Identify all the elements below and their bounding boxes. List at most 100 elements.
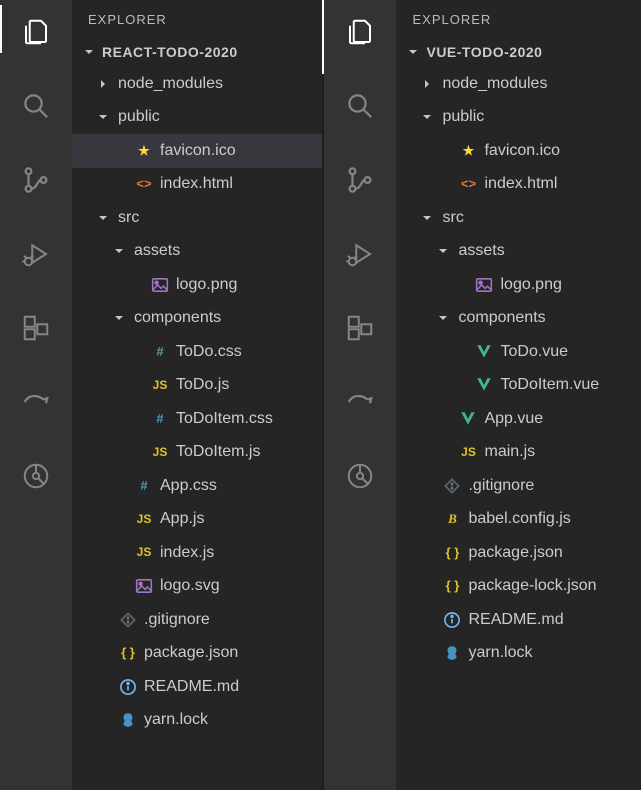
folder-label: node_modules bbox=[442, 73, 547, 95]
file-tree: node_modulespublic★favicon.ico<>index.ht… bbox=[72, 67, 322, 790]
file-row[interactable]: { }package.json bbox=[396, 536, 641, 570]
chevron-down-icon bbox=[110, 242, 128, 260]
file-row[interactable]: .gitignore bbox=[72, 603, 322, 637]
file-label: logo.svg bbox=[160, 575, 220, 597]
twisty-spacer bbox=[418, 644, 436, 662]
file-row[interactable]: logo.png bbox=[72, 268, 322, 302]
twisty-spacer bbox=[110, 510, 128, 528]
folder-row[interactable]: node_modules bbox=[72, 67, 322, 101]
folder-row[interactable]: src bbox=[72, 201, 322, 235]
file-row[interactable]: yarn.lock bbox=[396, 637, 641, 671]
twisty-spacer bbox=[418, 477, 436, 495]
folder-label: components bbox=[458, 307, 545, 329]
folder-row[interactable]: public bbox=[72, 101, 322, 135]
folder-row[interactable]: assets bbox=[396, 235, 641, 269]
file-row[interactable]: #ToDo.css bbox=[72, 335, 322, 369]
file-row[interactable]: ★favicon.ico bbox=[396, 134, 641, 168]
chevron-right-icon bbox=[94, 75, 112, 93]
file-row[interactable]: logo.svg bbox=[72, 570, 322, 604]
file-row[interactable]: Bbabel.config.js bbox=[396, 503, 641, 537]
folder-label: public bbox=[442, 106, 484, 128]
search-icon[interactable] bbox=[342, 88, 378, 124]
file-row[interactable]: JSindex.js bbox=[72, 536, 322, 570]
twisty-spacer bbox=[418, 510, 436, 528]
file-row[interactable]: <> index.html bbox=[396, 168, 641, 202]
file-label: package.json bbox=[144, 642, 238, 664]
project-header[interactable]: VUE-TODO-2020 bbox=[396, 37, 641, 67]
file-row[interactable]: JSToDo.js bbox=[72, 369, 322, 403]
twisty-spacer bbox=[94, 644, 112, 662]
html-icon: <> bbox=[458, 174, 478, 194]
twisty-spacer bbox=[94, 678, 112, 696]
file-row[interactable]: JSApp.js bbox=[72, 503, 322, 537]
share-icon[interactable] bbox=[18, 384, 54, 420]
project-name: REACT-TODO-2020 bbox=[102, 44, 238, 60]
folder-label: assets bbox=[458, 240, 504, 262]
js-icon: JS bbox=[150, 375, 170, 395]
folder-row[interactable]: public bbox=[396, 101, 641, 135]
js-icon: JS bbox=[134, 543, 154, 563]
files-icon[interactable] bbox=[342, 14, 378, 50]
extensions-icon[interactable] bbox=[18, 310, 54, 346]
file-row[interactable]: ★favicon.ico bbox=[72, 134, 322, 168]
twisty-spacer bbox=[418, 611, 436, 629]
project-name: VUE-TODO-2020 bbox=[426, 44, 542, 60]
run-debug-icon[interactable] bbox=[342, 236, 378, 272]
file-label: ToDo.vue bbox=[500, 341, 568, 363]
explorer-panel: EXPLORER VUE-TODO-2020 node_modulespubli… bbox=[396, 0, 641, 790]
file-row[interactable]: { }package.json bbox=[72, 637, 322, 671]
twisty-spacer bbox=[434, 142, 452, 160]
gitlens-icon[interactable] bbox=[342, 458, 378, 494]
twisty-spacer bbox=[126, 376, 144, 394]
file-row[interactable]: <>index.html bbox=[72, 168, 322, 202]
files-icon[interactable] bbox=[18, 14, 54, 50]
file-row[interactable]: { }package-lock.json bbox=[396, 570, 641, 604]
file-row[interactable]: README.md bbox=[396, 603, 641, 637]
hash-icon: # bbox=[150, 409, 170, 429]
file-row[interactable]: JSToDoItem.js bbox=[72, 436, 322, 470]
source-control-icon[interactable] bbox=[18, 162, 54, 198]
file-row[interactable]: yarn.lock bbox=[72, 704, 322, 738]
run-debug-icon[interactable] bbox=[18, 236, 54, 272]
twisty-spacer bbox=[94, 611, 112, 629]
yarn-icon bbox=[118, 710, 138, 730]
file-label: main.js bbox=[484, 441, 535, 463]
share-icon[interactable] bbox=[342, 384, 378, 420]
folder-row[interactable]: src bbox=[396, 201, 641, 235]
chevron-down-icon bbox=[434, 242, 452, 260]
hash-icon: # bbox=[150, 342, 170, 362]
file-label: index.html bbox=[484, 173, 557, 195]
right-panel: EXPLORER VUE-TODO-2020 node_modulespubli… bbox=[324, 0, 641, 790]
extensions-icon[interactable] bbox=[342, 310, 378, 346]
twisty-spacer bbox=[126, 276, 144, 294]
folder-row[interactable]: node_modules bbox=[396, 67, 641, 101]
babel-icon: B bbox=[442, 509, 462, 529]
chevron-down-icon bbox=[94, 209, 112, 227]
file-label: logo.png bbox=[176, 274, 237, 296]
folder-row[interactable]: assets bbox=[72, 235, 322, 269]
img-icon bbox=[474, 275, 494, 295]
chevron-down-icon bbox=[94, 108, 112, 126]
file-row[interactable]: App.vue bbox=[396, 402, 641, 436]
project-header[interactable]: REACT-TODO-2020 bbox=[72, 37, 322, 67]
search-icon[interactable] bbox=[18, 88, 54, 124]
file-row[interactable]: ToDoItem.vue bbox=[396, 369, 641, 403]
js-icon: JS bbox=[150, 442, 170, 462]
file-row[interactable]: .gitignore bbox=[396, 469, 641, 503]
twisty-spacer bbox=[434, 443, 452, 461]
file-row[interactable]: README.md bbox=[72, 670, 322, 704]
file-row[interactable]: JSmain.js bbox=[396, 436, 641, 470]
gitlens-icon[interactable] bbox=[18, 458, 54, 494]
folder-row[interactable]: components bbox=[396, 302, 641, 336]
file-row[interactable]: #ToDoItem.css bbox=[72, 402, 322, 436]
file-row[interactable]: logo.png bbox=[396, 268, 641, 302]
file-row[interactable]: #App.css bbox=[72, 469, 322, 503]
file-row[interactable]: ToDo.vue bbox=[396, 335, 641, 369]
activity-bar bbox=[324, 0, 396, 790]
source-control-icon[interactable] bbox=[342, 162, 378, 198]
twisty-spacer bbox=[110, 577, 128, 595]
twisty-spacer bbox=[110, 175, 128, 193]
star-icon: ★ bbox=[458, 141, 478, 161]
folder-row[interactable]: components bbox=[72, 302, 322, 336]
twisty-spacer bbox=[110, 477, 128, 495]
